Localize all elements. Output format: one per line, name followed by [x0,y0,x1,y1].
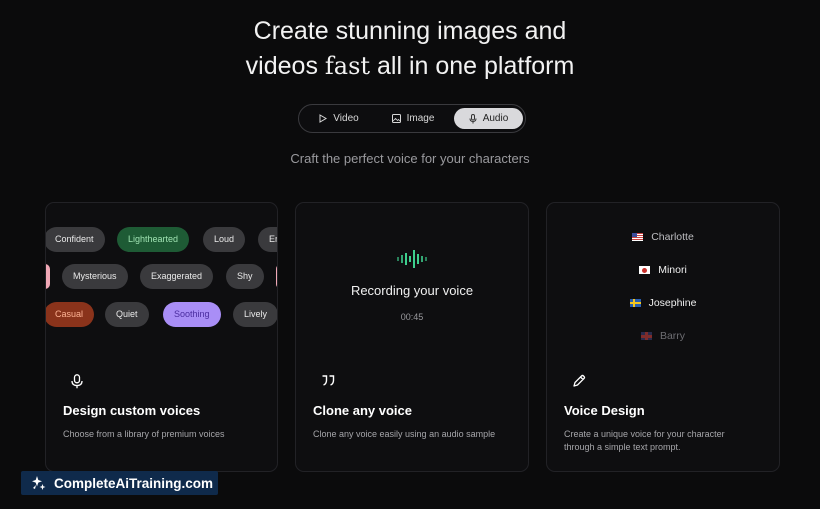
voice-name-row[interactable]: Barry [547,330,779,342]
media-type-tabs: Video Image Audio [298,104,526,133]
voice-name-row[interactable]: Minori [547,264,779,276]
pen-icon [573,374,586,387]
voice-chip[interactable]: Casual [46,302,95,327]
voice-chip[interactable]: Mysterious [62,264,128,289]
voice-chip[interactable]: Lighthearted [117,227,190,252]
voice-chip[interactable]: En [258,227,277,252]
card-title: Voice Design [564,403,645,418]
card-title: Design custom voices [63,403,201,418]
play-icon [319,114,328,123]
image-icon [391,114,401,123]
voice-name: Minori [658,264,687,276]
voice-chip[interactable]: Shy [226,264,264,289]
audio-waveform-icon [397,250,427,268]
sweden-flag-icon [629,299,641,307]
hero-title-fast: fast [324,52,371,80]
voice-chip[interactable]: Lively [233,302,277,327]
recording-label: Recording your voice [350,283,474,298]
card-custom-voices[interactable]: Confident Lighthearted Loud En Mysteriou… [45,202,278,472]
watermark-text: CompleteAiTraining.com [54,475,214,491]
card-clone-voice[interactable]: Recording your voice 00:45 Clone any voi… [295,202,529,472]
voice-name-row[interactable]: Josephine [547,297,779,309]
voice-name: Charlotte [651,231,694,243]
section-subtitle: Craft the perfect voice for your charact… [290,151,530,166]
card-description-line: through a simple text prompt. [564,442,681,452]
hero-title: Create stunning images and videos fast a… [0,14,820,84]
recording-timer: 00:45 [400,312,424,322]
card-voice-design[interactable]: Charlotte Minori Josephine Barry Voice D… [546,202,780,472]
tab-audio[interactable]: Audio [454,108,523,129]
tab-image-label: Image [406,113,435,124]
microphone-icon [71,374,83,389]
japan-flag-icon [639,266,651,274]
tab-image[interactable]: Image [379,108,447,129]
voice-chip[interactable]: Confident [46,227,105,252]
hero-title-line1: Create stunning images and [253,17,567,45]
sparkle-logo-icon [32,476,46,490]
card-description: Choose from a library of premium voices [63,429,225,439]
voice-name: Barry [659,330,686,342]
quote-icon [322,375,335,386]
voice-chip-partial[interactable] [276,264,277,289]
voice-chip[interactable]: Quiet [105,302,149,327]
microphone-icon [469,113,477,123]
voice-name-row[interactable]: Charlotte [547,231,779,243]
tab-video-label: Video [333,113,359,124]
voice-chip[interactable]: Soothing [163,302,221,327]
hero-title-line2: videos fast all in one platform [0,49,820,84]
voice-chip[interactable]: Loud [203,227,246,252]
us-flag-icon [632,233,644,241]
voice-name: Josephine [648,297,697,309]
watermark-badge[interactable]: CompleteAiTraining.com [21,471,218,495]
card-description-line: Create a unique voice for your character [564,429,725,439]
card-description: Create a unique voice for your character… [564,428,764,454]
card-description: Clone any voice easily using an audio sa… [313,429,496,439]
tab-audio-label: Audio [482,113,509,124]
hero-title-pre: videos [245,52,325,80]
uk-flag-icon [640,332,652,340]
voice-chip-partial[interactable] [46,264,50,289]
hero-title-post: all in one platform [370,52,575,80]
voice-chip[interactable]: Exaggerated [140,264,214,289]
tab-video[interactable]: Video [305,108,373,129]
card-title: Clone any voice [313,403,412,418]
